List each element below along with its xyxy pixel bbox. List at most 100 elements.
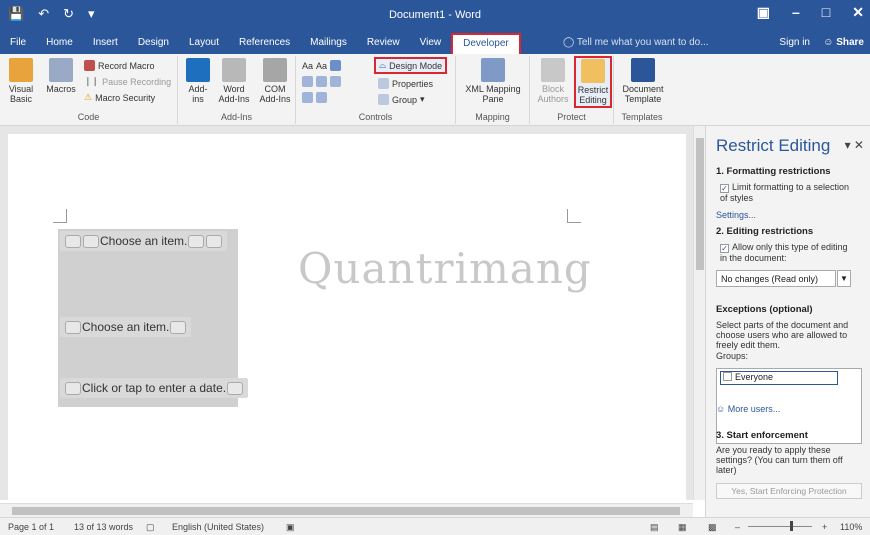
zoom-in-icon[interactable]: + xyxy=(822,522,827,532)
scroll-thumb[interactable] xyxy=(696,138,704,270)
settings-link[interactable]: Settings... xyxy=(716,210,856,220)
record-macro-button[interactable]: Record Macro xyxy=(84,60,155,71)
tell-me-text: Tell me what you want to do... xyxy=(576,37,709,48)
page-count[interactable]: Page 1 of 1 xyxy=(8,522,54,532)
pane-close-icon[interactable]: ▾ ✕ xyxy=(845,138,864,152)
text-controls[interactable]: Aa Aa xyxy=(302,60,342,71)
ribbon-display-icon[interactable]: ▣ xyxy=(757,4,770,21)
macros-button[interactable]: Macros xyxy=(44,58,78,94)
properties-button[interactable]: Properties xyxy=(378,78,433,89)
tab-insert[interactable]: Insert xyxy=(83,32,128,54)
document-template-button[interactable]: Document Template xyxy=(618,58,668,104)
word-addins-button[interactable]: Word Add-Ins xyxy=(214,58,254,104)
com-addins-button[interactable]: COM Add-Ins xyxy=(256,58,294,104)
block-authors-label: Block Authors xyxy=(537,84,569,104)
chevron-down-icon[interactable]: ▼ xyxy=(837,270,851,287)
tab-mailings[interactable]: Mailings xyxy=(300,32,357,54)
zoom-out-icon[interactable]: – xyxy=(735,522,740,532)
formatting-checkbox-row[interactable]: ✓ Limit formatting to a selection of styl… xyxy=(716,182,856,203)
ribbon-group-mapping: XML Mapping Pane Mapping xyxy=(456,56,530,124)
status-bar: Page 1 of 1 13 of 13 words ▢ English (Un… xyxy=(0,517,870,535)
content-control-text: Choose an item. xyxy=(82,320,170,334)
language-indicator[interactable]: English (United States) xyxy=(172,522,264,532)
web-layout-icon[interactable]: ▩ xyxy=(708,522,717,533)
store-icon xyxy=(186,58,210,82)
sign-in-link[interactable]: Sign in xyxy=(779,37,810,48)
editing-checkbox-row[interactable]: ✓ Allow only this type of editing in the … xyxy=(716,242,856,263)
ribbon-group-addins: Add-ins Word Add-Ins COM Add-Ins Add-Ins xyxy=(178,56,296,124)
checkbox-checked[interactable]: ✓ xyxy=(720,244,729,253)
dropdown-content-control[interactable]: Choose an item. xyxy=(60,231,228,251)
proofing-icon[interactable]: ▢ xyxy=(146,522,155,533)
macro-security-button[interactable]: ⚠ Macro Security xyxy=(84,92,155,103)
macro-record-icon[interactable]: ▣ xyxy=(286,522,295,533)
tab-home[interactable]: Home xyxy=(36,32,83,54)
combo-box-icon xyxy=(316,76,327,87)
tab-file[interactable]: File xyxy=(0,32,36,54)
tab-design[interactable]: Design xyxy=(128,32,179,54)
addins-button[interactable]: Add-ins xyxy=(184,58,212,104)
visual-basic-button[interactable]: Visual Basic xyxy=(4,58,38,104)
checkbox-checked[interactable]: ✓ xyxy=(720,184,729,193)
read-mode-icon[interactable]: ▤ xyxy=(650,522,659,533)
plain-text-icon: Aa xyxy=(316,60,328,71)
zoom-level[interactable]: 110% xyxy=(840,522,862,532)
tab-view[interactable]: View xyxy=(410,32,452,54)
minimize-icon[interactable]: – xyxy=(792,4,800,21)
group-label-addins: Add-Ins xyxy=(220,112,253,122)
enforcement-description: Are you ready to apply these settings? (… xyxy=(716,445,843,475)
group-button[interactable]: Group ▾ xyxy=(378,94,425,105)
zoom-slider-thumb[interactable] xyxy=(790,521,793,531)
dropdown-content-control[interactable]: Choose an item. xyxy=(60,317,192,337)
group-label-protect: Protect xyxy=(557,112,586,122)
properties-label: Properties xyxy=(392,78,434,89)
restrict-editing-button[interactable]: Restrict Editing xyxy=(574,56,612,108)
tab-layout[interactable]: Layout xyxy=(179,32,229,54)
addins-label: Add-ins xyxy=(188,84,208,104)
lightbulb-icon: ◯ xyxy=(563,37,575,48)
vertical-scrollbar[interactable] xyxy=(693,126,705,500)
checkbox-controls[interactable] xyxy=(302,76,341,87)
control-start-tag xyxy=(65,234,81,248)
editing-section: 2. Editing restrictions ✓ Allow only this… xyxy=(716,226,856,263)
share-button[interactable]: ☺ Share xyxy=(823,37,864,48)
design-mode-button[interactable]: ⌓ Design Mode xyxy=(374,57,448,74)
more-users-label: More users... xyxy=(727,404,781,414)
rich-text-icon: Aa xyxy=(302,60,314,71)
xml-mapping-pane-button[interactable]: XML Mapping Pane xyxy=(460,58,526,104)
visual-basic-label: Visual Basic xyxy=(8,84,34,104)
control-end-tag xyxy=(206,234,223,248)
tab-developer[interactable]: Developer xyxy=(451,32,521,55)
ribbon-group-controls: Aa Aa ⌓ Design Mode Properties Group ▾ C… xyxy=(296,56,456,124)
scroll-thumb[interactable] xyxy=(12,507,680,515)
chevron-down-icon: ▾ xyxy=(420,94,425,104)
legacy-controls[interactable] xyxy=(302,92,327,103)
tab-review[interactable]: Review xyxy=(357,32,410,54)
print-layout-icon[interactable]: ▦ xyxy=(678,522,687,533)
date-content-control[interactable]: Click or tap to enter a date. xyxy=(60,378,249,398)
formatting-check-label: Limit formatting to a selection of style… xyxy=(720,182,850,203)
users-icon: ☺ xyxy=(716,404,726,414)
restore-icon[interactable]: □ xyxy=(822,4,830,21)
pause-recording-button[interactable]: ❙❙ Pause Recording xyxy=(84,76,171,87)
control-start-tag xyxy=(65,381,81,395)
tab-references[interactable]: References xyxy=(229,32,300,54)
horizontal-scrollbar[interactable] xyxy=(0,503,693,517)
document-page[interactable]: Choose an item. Choose an item. Click or… xyxy=(8,134,686,504)
everyone-item[interactable]: Everyone xyxy=(720,371,838,385)
checkbox-unchecked[interactable] xyxy=(723,372,732,381)
pause-recording-label: Pause Recording xyxy=(102,76,172,87)
zoom-slider[interactable] xyxy=(748,526,812,527)
word-count[interactable]: 13 of 13 words xyxy=(74,522,133,532)
editing-type-select[interactable]: No changes (Read only) xyxy=(716,270,836,287)
start-enforcing-button[interactable]: Yes, Start Enforcing Protection xyxy=(716,483,862,499)
group-label-mapping: Mapping xyxy=(475,112,510,122)
macros-icon xyxy=(49,58,73,82)
exceptions-heading: Exceptions (optional) xyxy=(716,304,813,315)
close-icon[interactable]: ✕ xyxy=(852,4,864,21)
block-authors-button[interactable]: Block Authors xyxy=(534,58,572,104)
more-users-link[interactable]: ☺ More users... xyxy=(716,404,780,414)
control-end-tag xyxy=(227,381,244,395)
tell-me-search[interactable]: ◯ Tell me what you want to do... xyxy=(563,37,709,48)
margin-corner-top-left xyxy=(53,209,67,223)
